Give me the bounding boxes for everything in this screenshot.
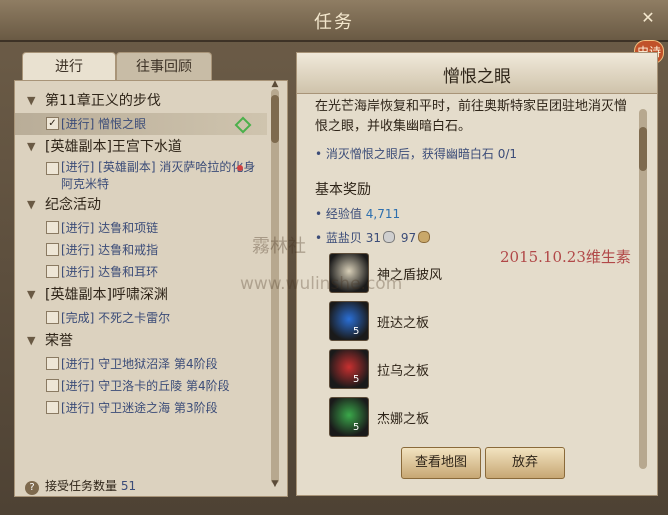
silver-coin-icon <box>383 231 396 243</box>
blue-tablet-icon[interactable] <box>329 301 369 341</box>
quest-item[interactable]: [进行] [英雄副本] 消灭萨哈拉的化身阿克米特 <box>15 159 267 193</box>
quest-title: 憎恨之眼 <box>443 67 511 87</box>
item-count: 5 <box>353 374 360 385</box>
reward-item[interactable]: 5 班达之板 <box>329 301 629 341</box>
quest-group-title: [英雄副本]呼啸深渊 <box>45 287 168 303</box>
red-tablet-icon[interactable] <box>329 349 369 389</box>
quest-group-title: [英雄副本]王宫下水道 <box>45 139 182 155</box>
quest-list: ▼ 第11章正义的步伐 ✓ [进行] 憎恨之眼 ▼ [英雄副本]王宫下水道 [进行] [英雄… <box>15 89 267 484</box>
quest-item-label: [进行] 憎恨之眼 <box>61 117 147 131</box>
track-checkbox[interactable] <box>46 265 59 278</box>
quest-item-label: [进行] 达鲁和戒指 <box>61 243 159 257</box>
tab-history[interactable]: 往事回顾 <box>116 52 212 81</box>
help-icon[interactable]: ? <box>25 481 39 495</box>
watermark-date: 2015.10.23维生素 <box>500 248 631 266</box>
reward-item[interactable]: 5 杰娜之板 <box>329 397 629 437</box>
quest-group-header[interactable]: ▼ [英雄副本]王宫下水道 <box>15 135 267 159</box>
quest-group-header[interactable]: ▼ [英雄副本]呼啸深渊 <box>15 283 267 307</box>
quest-item[interactable]: [进行] 达鲁和项链 <box>15 217 267 239</box>
quest-item[interactable]: [进行] 守卫地狱沼泽 第4阶段 <box>15 353 267 375</box>
money-a: 31 <box>365 231 382 245</box>
exp-label: 经验值 <box>325 207 362 221</box>
quest-item[interactable]: [进行] 达鲁和耳环 <box>15 261 267 283</box>
watermark-url: www.wulinshe.com <box>240 274 403 294</box>
quest-item-label: [完成] 不死之卡雷尔 <box>61 311 171 325</box>
track-checkbox[interactable]: ✓ <box>46 117 59 130</box>
quest-item[interactable]: ✓ [进行] 憎恨之眼 <box>15 113 267 135</box>
quest-item[interactable]: [完成] 不死之卡雷尔 <box>15 307 267 329</box>
quest-item-label: [进行] 守卫洛卡的丘陵 第4阶段 <box>61 379 230 393</box>
quest-group-title: 荣誉 <box>45 333 73 349</box>
item-name: 拉乌之板 <box>377 364 430 379</box>
quest-objective: • 消灭憎恨之眼后，获得幽暗白石 0/1 <box>315 147 518 161</box>
money-reward: • 蓝盐贝 31 97 <box>315 229 432 246</box>
track-checkbox[interactable] <box>46 401 59 414</box>
quest-item-label: [进行] 达鲁和耳环 <box>61 265 159 279</box>
collapse-triangle-icon[interactable]: ▼ <box>27 89 35 113</box>
objective-text: 消灭憎恨之眼后，获得幽暗白石 0/1 <box>325 147 518 161</box>
abandon-button[interactable]: 放弃 <box>485 447 565 479</box>
collapse-triangle-icon[interactable]: ▼ <box>27 193 35 217</box>
alert-dot-icon <box>237 165 243 171</box>
track-checkbox[interactable] <box>46 311 59 324</box>
quest-item[interactable]: [进行] 守卫洛卡的丘陵 第4阶段 <box>15 375 267 397</box>
collapse-triangle-icon[interactable]: ▼ <box>27 329 35 353</box>
window-title: 任务 <box>314 12 354 33</box>
track-checkbox[interactable] <box>46 162 59 175</box>
exp-reward: • 经验值 4,711 <box>315 207 401 221</box>
collapse-triangle-icon[interactable]: ▼ <box>27 135 35 159</box>
tracking-diamond-icon <box>234 116 252 134</box>
reward-title: 基本奖励 <box>315 182 371 198</box>
scroll-thumb[interactable] <box>271 95 279 143</box>
money-b: 97 <box>400 231 417 245</box>
collapse-triangle-icon[interactable]: ▼ <box>27 283 35 307</box>
quest-group-header[interactable]: ▼ 荣誉 <box>15 329 267 353</box>
item-count: 5 <box>353 422 360 433</box>
item-name: 班达之板 <box>377 316 430 331</box>
reward-item[interactable]: 5 拉乌之板 <box>329 349 629 389</box>
watermark-text: 霧林社 <box>252 236 306 257</box>
quest-item-label: [进行] [英雄副本] 消灭萨哈拉的化身阿克米特 <box>61 160 256 191</box>
quest-count-bar: ? 接受任务数量 51 <box>15 476 287 496</box>
title-bar: 任务 ✕ <box>0 0 668 42</box>
quest-count-label: 接受任务数量 <box>45 479 118 493</box>
item-count: 5 <box>353 326 360 337</box>
detail-header: 憎恨之眼 <box>297 53 657 94</box>
item-name: 杰娜之板 <box>377 412 430 427</box>
quest-group-title: 纪念活动 <box>45 197 101 213</box>
detail-scroll-thumb[interactable] <box>639 127 647 171</box>
view-map-button[interactable]: 查看地图 <box>401 447 481 479</box>
exp-value: 4,711 <box>365 207 401 221</box>
quest-item[interactable]: [进行] 达鲁和戒指 <box>15 239 267 261</box>
track-checkbox[interactable] <box>46 243 59 256</box>
quest-item-label: [进行] 守卫地狱沼泽 第4阶段 <box>61 357 218 371</box>
track-checkbox[interactable] <box>46 379 59 392</box>
quest-item-label: [进行] 达鲁和项链 <box>61 221 159 235</box>
money-label: 蓝盐贝 <box>325 231 362 245</box>
quest-group-header[interactable]: ▼ 纪念活动 <box>15 193 267 217</box>
copper-coin-icon <box>418 231 431 243</box>
quest-description: 在光芒海岸恢复和平时，前往奥斯特家臣团驻地消灭憎恨之眼，并收集幽暗白石。 <box>315 99 628 134</box>
green-tablet-icon[interactable] <box>329 397 369 437</box>
track-checkbox[interactable] <box>46 357 59 370</box>
track-checkbox[interactable] <box>46 221 59 234</box>
detail-scrollbar[interactable] <box>639 109 647 469</box>
quest-item[interactable]: [进行] 守卫迷途之海 第3阶段 <box>15 397 267 419</box>
quest-group-header[interactable]: ▼ 第11章正义的步伐 <box>15 89 267 113</box>
quest-window: 任务 ✕ 史诗 进行 往事回顾 ▼第11章正义的步伐✓[进行] 憎恨之眼▼[英雄… <box>0 0 668 515</box>
scroll-up-icon[interactable]: ▲ <box>269 79 281 89</box>
quest-item-label: [进行] 守卫迷途之海 第3阶段 <box>61 401 218 415</box>
tab-in-progress[interactable]: 进行 <box>22 52 116 81</box>
quest-group-title: 第11章正义的步伐 <box>45 93 161 109</box>
quest-count-value: 51 <box>120 479 137 493</box>
close-icon[interactable]: ✕ <box>638 8 658 28</box>
